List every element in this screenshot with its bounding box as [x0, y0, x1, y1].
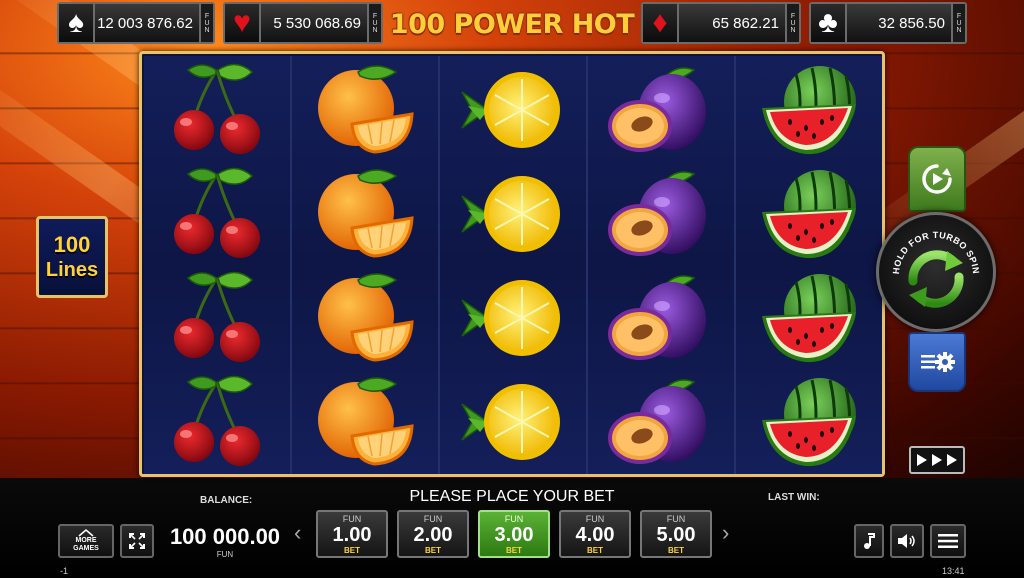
lemon-symbol — [440, 370, 586, 474]
orange-symbol — [292, 370, 438, 474]
autoplay-button[interactable] — [908, 146, 966, 212]
watermelon-symbol — [736, 370, 882, 474]
cherry-symbol — [144, 266, 290, 370]
lemon-symbol — [440, 162, 586, 266]
sound-button[interactable] — [890, 524, 924, 558]
lemon-symbol — [440, 266, 586, 370]
bet-currency: FUN — [585, 513, 605, 524]
jackpot-diamond: ♦ 65 862.21 FUN — [641, 2, 801, 44]
lemon-symbol — [440, 58, 586, 162]
fast-forward-icon — [917, 454, 957, 466]
diamond-icon: ♦ — [643, 4, 679, 42]
bet-label: BET — [668, 545, 684, 555]
spin-button[interactable]: HOLD FOR TURBO SPIN — [876, 212, 996, 332]
spade-icon: ♠ — [59, 4, 95, 42]
jackpot-heart: ♥ 5 530 068.69 FUN — [223, 2, 383, 44]
jackpot-currency: FUN — [951, 4, 965, 42]
jackpot-currency: FUN — [199, 4, 213, 42]
reel-3 — [440, 56, 586, 474]
bet-value: 5.00 — [656, 523, 696, 546]
game-title: 100 POWER HOT — [389, 8, 635, 40]
speaker-icon — [898, 534, 915, 548]
reel-4 — [588, 56, 734, 474]
home-icon — [78, 529, 94, 537]
hamburger-menu-icon — [938, 534, 958, 548]
reel-2 — [292, 56, 438, 474]
bet-value: 2.00 — [413, 523, 453, 546]
lines-badge: 100 Lines — [36, 216, 108, 298]
status-message: PLEASE PLACE YOUR BET — [409, 488, 615, 505]
menu-button[interactable] — [930, 524, 966, 558]
heart-icon: ♥ — [225, 4, 261, 42]
bet-value: 1.00 — [332, 523, 372, 546]
balance-label: BALANCE: — [200, 495, 253, 506]
music-note-icon — [864, 533, 875, 549]
bet-option-2[interactable]: FUN 2.00 BET — [397, 510, 469, 558]
bet-label: BET — [344, 545, 360, 555]
jackpot-value: 5 530 068.69 — [273, 14, 361, 32]
clock: 13:41 — [942, 566, 965, 576]
plum-symbol — [588, 162, 734, 266]
cherry-symbol — [144, 162, 290, 266]
watermelon-symbol — [736, 266, 882, 370]
settings-button[interactable] — [908, 332, 966, 392]
fullscreen-icon — [129, 533, 145, 549]
lines-label: Lines — [45, 259, 99, 281]
bet-currency: FUN — [666, 513, 686, 524]
orange-symbol — [292, 266, 438, 370]
music-button[interactable] — [854, 524, 884, 558]
more-games-button[interactable]: MORE GAMES — [58, 524, 114, 558]
status-left: -1 — [60, 566, 69, 576]
plum-symbol — [588, 370, 734, 474]
cherry-symbol — [144, 58, 290, 162]
jackpot-club: ♣ 32 856.50 FUN — [809, 2, 967, 44]
bet-option-1[interactable]: FUN 1.00 BET — [316, 510, 388, 558]
bet-option-4[interactable]: FUN 4.00 BET — [559, 510, 631, 558]
bet-option-5[interactable]: FUN 5.00 BET — [640, 510, 712, 558]
watermelon-symbol — [736, 58, 882, 162]
bet-currency: FUN — [342, 513, 362, 524]
fullscreen-button[interactable] — [120, 524, 154, 558]
jackpot-value: 12 003 876.62 — [97, 14, 193, 32]
jackpot-value: 32 856.50 — [878, 14, 945, 32]
bet-currency: FUN — [504, 513, 524, 524]
jackpot-spade: ♠ 12 003 876.62 FUN — [57, 2, 215, 44]
bet-option-3[interactable]: FUN 3.00 BET — [478, 510, 550, 558]
last-win-label: LAST WIN: — [768, 492, 820, 503]
jackpot-currency: FUN — [785, 4, 799, 42]
bet-label: BET — [425, 545, 441, 555]
reel-5 — [736, 56, 882, 474]
bet-currency: FUN — [423, 513, 443, 524]
cherry-symbol — [144, 370, 290, 474]
jackpot-currency: FUN — [367, 4, 381, 42]
reel-1 — [144, 56, 290, 474]
orange-symbol — [292, 162, 438, 266]
bet-next-arrow[interactable]: › — [722, 520, 729, 546]
play-circle-icon — [922, 164, 952, 194]
plum-symbol — [588, 58, 734, 162]
refresh-arrows-icon: HOLD FOR TURBO SPIN — [891, 230, 981, 308]
bet-prev-arrow[interactable]: ‹ — [294, 520, 301, 546]
balance-currency: FUN — [216, 550, 234, 559]
bet-label: BET — [506, 545, 522, 555]
watermelon-symbol — [736, 162, 882, 266]
fast-play-button[interactable] — [909, 446, 965, 474]
club-icon: ♣ — [811, 4, 847, 42]
reels-area — [139, 51, 885, 477]
bet-label: BET — [587, 545, 603, 555]
bet-value: 4.00 — [575, 523, 615, 546]
plum-symbol — [588, 266, 734, 370]
orange-symbol — [292, 58, 438, 162]
balance-value: 100 000.00 — [169, 524, 281, 549]
gear-icon — [921, 352, 955, 372]
jackpot-value: 65 862.21 — [712, 14, 779, 32]
lines-count: 100 — [53, 232, 91, 257]
bet-value: 3.00 — [494, 523, 534, 546]
